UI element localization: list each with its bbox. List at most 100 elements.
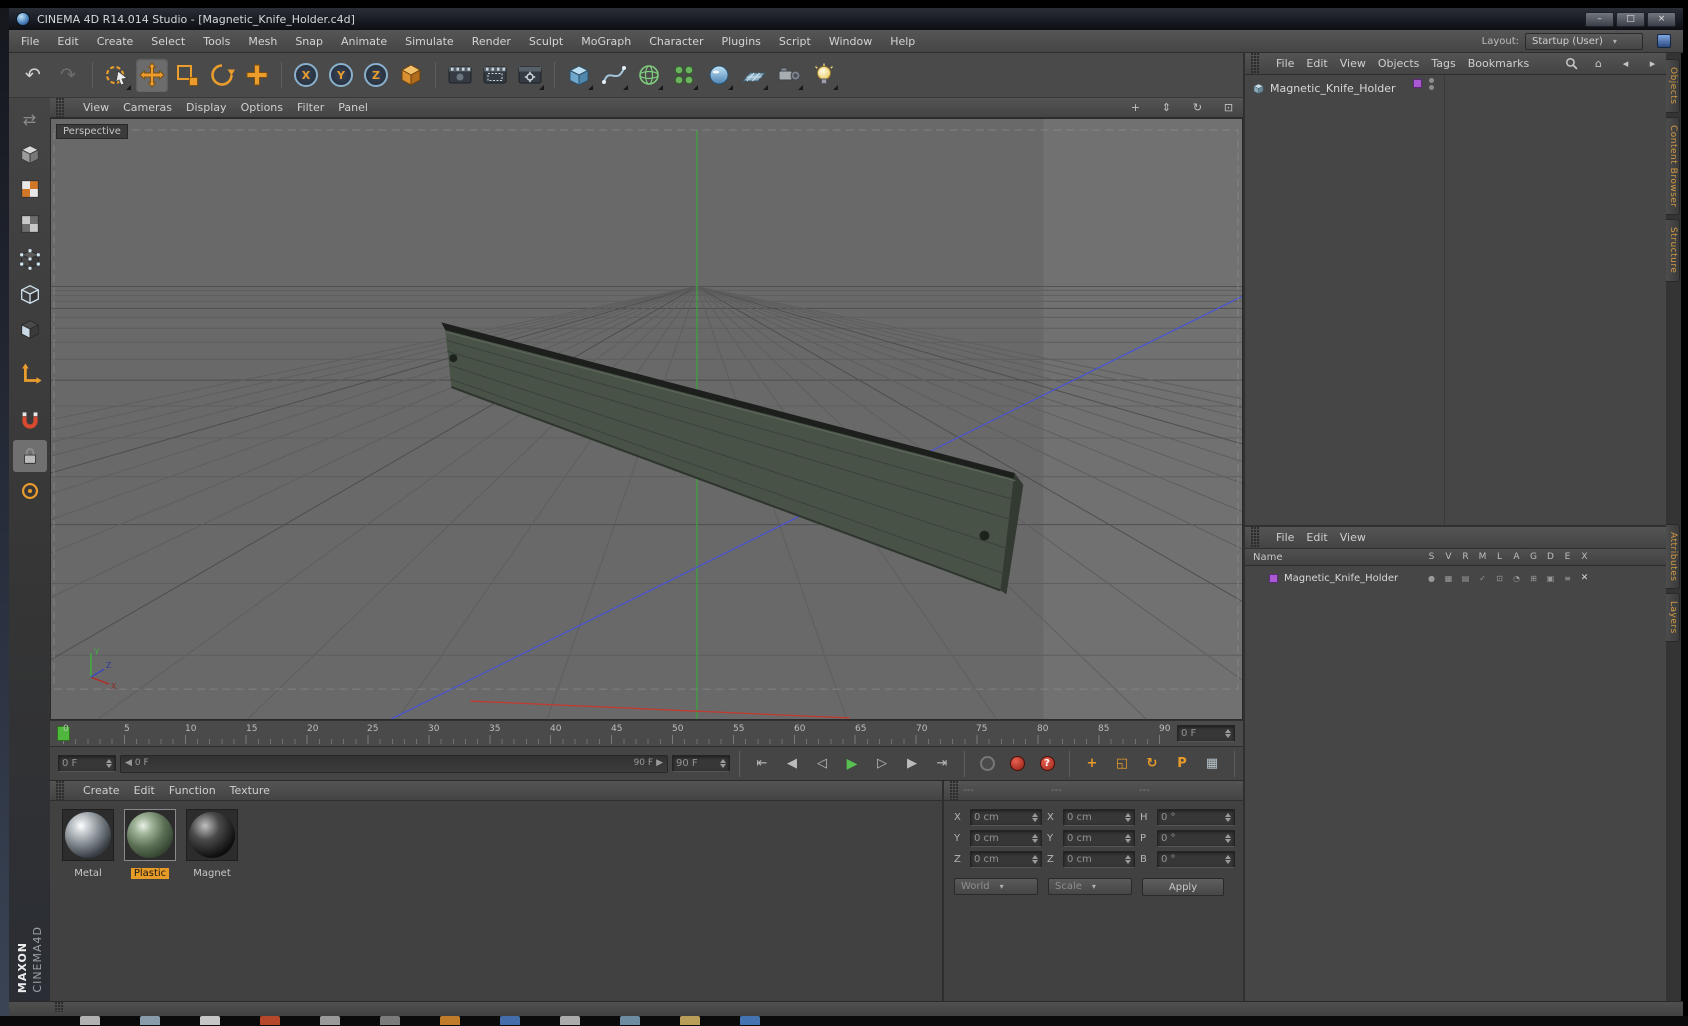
stepper-icon[interactable] <box>106 759 112 768</box>
taskbar-icon[interactable] <box>200 1016 220 1025</box>
view-toggle-icon[interactable]: ▦ <box>1440 574 1457 583</box>
key-pla-toggle[interactable]: ▦ <box>1199 753 1225 775</box>
viewport-zoom-icon[interactable]: ⇕ <box>1158 101 1175 114</box>
apply-button[interactable]: Apply <box>1142 878 1224 896</box>
taskbar-icon[interactable] <box>260 1016 280 1025</box>
deformers-toggle-icon[interactable]: ▣ <box>1542 574 1559 583</box>
animation-toggle-icon[interactable]: ◔ <box>1508 574 1525 583</box>
layer-list[interactable]: Magnetic_Knife_Holder ● ▦ ▤ ✓ ⊡ ◔ ⊞ ▣ ≡ … <box>1245 566 1666 1001</box>
pos-y-field[interactable]: 0 cm <box>970 830 1042 847</box>
menu-animate[interactable]: Animate <box>341 35 387 48</box>
nav-back-icon[interactable]: ◂ <box>1618 57 1633 70</box>
interface-icon[interactable] <box>1657 34 1671 48</box>
layer-color-swatch[interactable] <box>1413 79 1422 88</box>
layout-dropdown[interactable]: Startup (User) ▾ <box>1525 32 1643 50</box>
stepper-icon[interactable] <box>1225 729 1231 738</box>
material-menu-edit[interactable]: Edit <box>134 784 155 797</box>
tab-content-browser[interactable]: Content Browser <box>1666 116 1680 216</box>
rotate-tool-button[interactable] <box>206 58 238 92</box>
move-tool-button[interactable] <box>136 58 168 92</box>
render-view-button[interactable] <box>444 58 476 92</box>
lm-menu-view[interactable]: View <box>1340 531 1366 544</box>
lock-x-axis-button[interactable]: X <box>290 58 322 92</box>
nav-forward-icon[interactable]: ▸ <box>1645 57 1660 70</box>
polygons-mode-button[interactable] <box>13 313 47 345</box>
tab-objects[interactable]: Objects <box>1666 59 1680 113</box>
viewport[interactable]: Perspective Y X Z <box>50 118 1243 720</box>
menu-help[interactable]: Help <box>890 35 915 48</box>
material-magnet[interactable]: Magnet <box>184 809 240 880</box>
material-thumbnail[interactable] <box>124 809 176 861</box>
tab-layers[interactable]: Layers <box>1666 592 1680 642</box>
om-menu-file[interactable]: File <box>1276 57 1294 70</box>
stepper-icon[interactable] <box>1225 813 1231 822</box>
col-expressions[interactable]: E <box>1559 552 1576 562</box>
om-menu-view[interactable]: View <box>1340 57 1366 70</box>
viewport-toggle-icon[interactable]: ⊡ <box>1220 101 1237 114</box>
stepper-icon[interactable] <box>1225 855 1231 864</box>
frame-range-slider[interactable]: ◀ 0 F 90 F ▶ <box>120 754 668 773</box>
rot-b-field[interactable]: 0 ° <box>1157 851 1235 868</box>
layer-name[interactable]: Magnetic_Knife_Holder <box>1284 573 1398 584</box>
panel-grip[interactable] <box>55 1002 64 1012</box>
key-rotation-toggle[interactable]: ↻ <box>1139 753 1165 775</box>
texture-mode-button[interactable] <box>13 173 47 205</box>
stepper-icon[interactable] <box>1032 834 1038 843</box>
viewport-menu-display[interactable]: Display <box>186 101 227 114</box>
lock-y-axis-button[interactable]: Y <box>325 58 357 92</box>
scale-dropdown[interactable]: Scale ▾ <box>1048 878 1132 895</box>
stepper-icon[interactable] <box>1125 855 1131 864</box>
material-menu-texture[interactable]: Texture <box>230 784 270 797</box>
add-environment-button[interactable] <box>703 58 735 92</box>
viewport-menu-view[interactable]: View <box>83 101 109 114</box>
material-metal[interactable]: Metal <box>60 809 116 880</box>
panel-grip[interactable] <box>950 781 959 800</box>
stepper-icon[interactable] <box>720 759 726 768</box>
manager-toggle-icon[interactable]: ✓ <box>1474 574 1491 583</box>
minimize-button[interactable]: – <box>1585 11 1614 27</box>
generators-toggle-icon[interactable]: ⊞ <box>1525 574 1542 583</box>
viewport-rotate-icon[interactable]: ↻ <box>1189 101 1206 114</box>
viewport-menu-filter[interactable]: Filter <box>297 101 324 114</box>
taskbar-icon[interactable] <box>140 1016 160 1025</box>
tab-attributes[interactable]: Attributes <box>1666 523 1680 589</box>
world-dropdown[interactable]: World ▾ <box>954 878 1038 895</box>
material-plastic[interactable]: Plastic <box>122 809 178 880</box>
home-icon[interactable]: ⌂ <box>1591 57 1606 70</box>
col-xref[interactable]: X <box>1576 552 1593 562</box>
material-menu-create[interactable]: Create <box>83 784 120 797</box>
close-button[interactable]: × <box>1647 11 1676 27</box>
end-frame-field[interactable]: 90 F <box>672 755 730 772</box>
current-frame-field[interactable]: 0 F <box>58 755 116 772</box>
play-button[interactable]: ▶ <box>839 753 865 775</box>
col-generators[interactable]: G <box>1525 552 1542 562</box>
redo-button[interactable]: ↷ <box>52 58 84 92</box>
expressions-toggle-icon[interactable]: ≡ <box>1559 574 1576 583</box>
key-scale-toggle[interactable]: ◱ <box>1109 753 1135 775</box>
key-parameter-toggle[interactable]: P <box>1169 753 1195 775</box>
live-selection-button[interactable] <box>101 58 133 92</box>
maximize-button[interactable]: □ <box>1616 11 1645 27</box>
col-solo[interactable]: S <box>1423 552 1440 562</box>
taskbar-icon[interactable] <box>500 1016 520 1025</box>
coordinates-header-rotation[interactable]: --- <box>1139 785 1227 796</box>
viewport-menu-options[interactable]: Options <box>241 101 283 114</box>
col-render[interactable]: R <box>1457 552 1474 562</box>
menu-select[interactable]: Select <box>151 35 185 48</box>
range-start[interactable]: ◀ 0 F <box>125 758 149 768</box>
pos-z-field[interactable]: 0 cm <box>970 851 1042 868</box>
coordinates-header-position[interactable]: --- <box>963 785 1051 796</box>
menu-create[interactable]: Create <box>97 35 134 48</box>
pos-x-field[interactable]: 0 cm <box>970 809 1042 826</box>
material-label[interactable]: Plastic <box>130 868 170 879</box>
object-name[interactable]: Magnetic_Knife_Holder <box>1270 82 1396 95</box>
taskbar-icon[interactable] <box>740 1016 760 1025</box>
stepper-icon[interactable] <box>1225 834 1231 843</box>
menu-mesh[interactable]: Mesh <box>248 35 277 48</box>
add-cube-button[interactable] <box>563 58 595 92</box>
scale-tool-button[interactable] <box>171 58 203 92</box>
tab-structure[interactable]: Structure <box>1666 219 1680 282</box>
title-bar[interactable]: CINEMA 4D R14.014 Studio - [Magnetic_Kni… <box>9 8 1683 30</box>
stepper-icon[interactable] <box>1032 855 1038 864</box>
edges-mode-button[interactable] <box>13 278 47 310</box>
